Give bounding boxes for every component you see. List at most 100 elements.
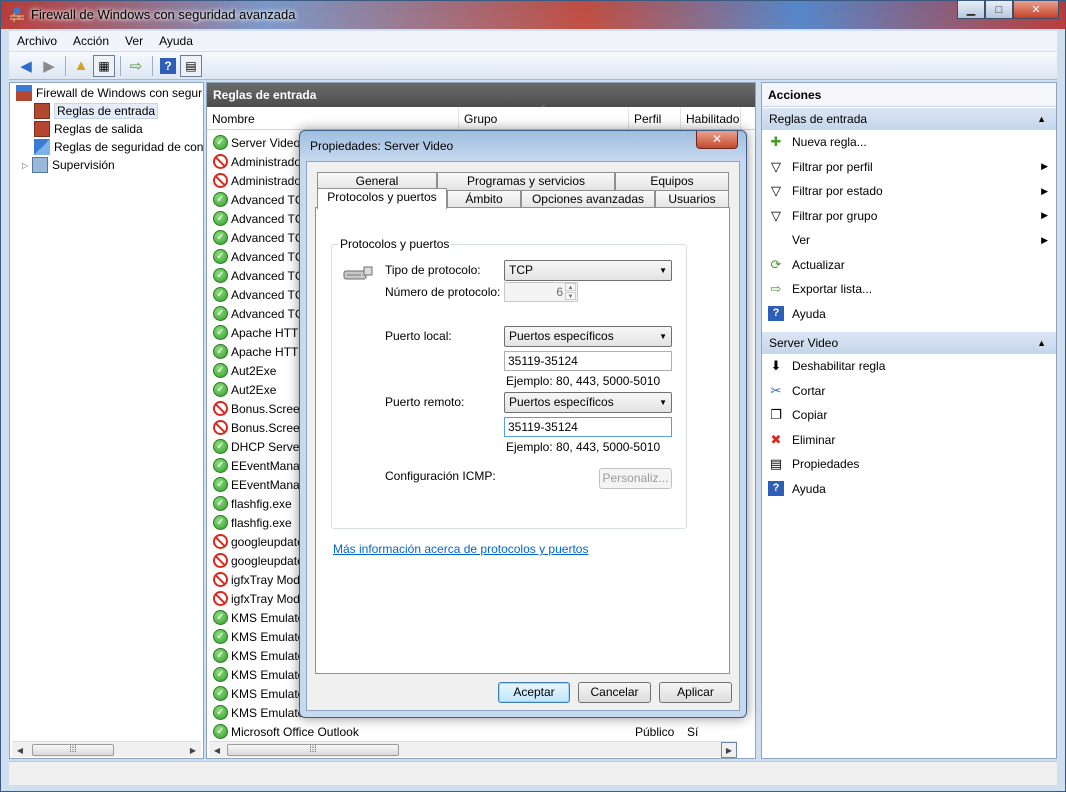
minimize-button[interactable]: ▁ xyxy=(957,1,985,19)
actions-title: Acciones xyxy=(762,83,1056,107)
column-name[interactable]: Nombre xyxy=(207,108,459,130)
action-label: Propiedades xyxy=(792,457,860,472)
action-ayuda[interactable]: ? Ayuda xyxy=(762,302,1056,327)
refresh-icon: ⟳ xyxy=(770,256,782,272)
block-icon xyxy=(213,553,228,568)
local-port-input[interactable]: 35119-35124 xyxy=(504,351,672,371)
section-label: Server Video xyxy=(769,336,839,350)
action-copiar[interactable]: ❐ Copiar xyxy=(762,403,1056,428)
scrollbar-thumb[interactable]: ⁞⁞⁞ xyxy=(32,744,114,756)
protocols-ports-group: Protocolos y puertos Tipo de protocolo: … xyxy=(331,237,687,529)
column-enabled[interactable]: Habilitado xyxy=(681,108,741,130)
protocol-number-value: 6 xyxy=(556,285,563,299)
tree-root-label: Firewall de Windows con segur xyxy=(36,86,203,100)
tree-item-inbound-rules[interactable]: Reglas de entrada xyxy=(34,103,159,119)
allow-check-icon: ✓ xyxy=(213,135,228,150)
menu-accion[interactable]: Acción xyxy=(73,34,109,48)
tree-item-outbound-rules[interactable]: Reglas de salida xyxy=(34,121,143,137)
remote-port-label: Puerto remoto: xyxy=(385,395,465,409)
customize-icmp-button[interactable]: Personaliz... xyxy=(599,468,672,489)
menu-ver[interactable]: Ver xyxy=(125,34,143,48)
action-filtrar-por-grupo[interactable]: ▽ Filtrar por grupo ▶ xyxy=(762,204,1056,229)
tab-protocols-ports[interactable]: Protocolos y puertos xyxy=(317,188,447,209)
local-port-mode-value: Puertos específicos xyxy=(509,329,614,343)
export-icon[interactable]: ⇨ xyxy=(125,55,147,77)
apply-button[interactable]: Aplicar xyxy=(659,682,732,703)
submenu-arrow-icon: ▶ xyxy=(1041,161,1048,172)
action-ver[interactable]: Ver ▶ xyxy=(762,228,1056,253)
tab-computers[interactable]: Equipos xyxy=(615,172,729,190)
action-filtrar-por-perfil[interactable]: ▽ Filtrar por perfil ▶ xyxy=(762,155,1056,180)
tree-item-monitoring[interactable]: ▷ Supervisión xyxy=(22,157,115,173)
more-info-link[interactable]: Más información acerca de protocolos y p… xyxy=(333,542,588,556)
table-row[interactable]: ✓ Microsoft Office Outlook Público Sí xyxy=(209,722,749,741)
scroll-right-arrow-icon[interactable]: ▶ xyxy=(721,742,737,758)
maximize-button[interactable]: □ xyxy=(985,1,1013,19)
tab-advanced[interactable]: Opciones avanzadas xyxy=(521,190,655,208)
copy-icon: ❐ xyxy=(770,407,782,423)
allow-check-icon: ✓ xyxy=(213,192,228,207)
tree-root[interactable]: Firewall de Windows con segur xyxy=(16,85,202,101)
remote-port-input[interactable]: 35119-35124 xyxy=(504,417,672,437)
allow-check-icon: ✓ xyxy=(213,287,228,302)
inbound-rules-icon xyxy=(34,103,50,119)
action-actualizar[interactable]: ⟳ Actualizar xyxy=(762,253,1056,278)
action-exportar-lista[interactable]: ⇨ Exportar lista... xyxy=(762,277,1056,302)
help-icon[interactable]: ? xyxy=(157,55,179,77)
remote-port-example: Ejemplo: 80, 443, 5000-5010 xyxy=(506,440,661,454)
column-profile[interactable]: Perfil xyxy=(629,108,681,130)
show-action-pane-icon[interactable]: ▤ xyxy=(180,54,202,77)
actions-section-inbound[interactable]: Reglas de entrada ▲ xyxy=(762,108,1056,130)
dropdown-arrow-icon: ▼ xyxy=(659,398,667,407)
cancel-button[interactable]: Cancelar xyxy=(578,682,651,703)
action-label: Actualizar xyxy=(792,257,845,272)
tree-item-connection-security[interactable]: Reglas de seguridad de con xyxy=(34,139,203,155)
tab-scope[interactable]: Ámbito xyxy=(447,190,521,208)
close-button[interactable]: ✕ xyxy=(1013,1,1059,19)
expand-arrow-icon[interactable]: ▷ xyxy=(22,161,32,170)
rules-horizontal-scrollbar[interactable]: ◀ ⁞⁞⁞ ▶ xyxy=(209,741,737,758)
action-cortar[interactable]: ✂ Cortar xyxy=(762,379,1056,404)
tab-programs-services[interactable]: Programas y servicios xyxy=(437,172,615,190)
scroll-left-arrow-icon[interactable]: ◀ xyxy=(12,742,28,758)
scrollbar-thumb[interactable]: ⁞⁞⁞ xyxy=(227,744,399,756)
local-port-select[interactable]: Puertos específicos ▼ xyxy=(504,326,672,347)
action-filtrar-por-estado[interactable]: ▽ Filtrar por estado ▶ xyxy=(762,179,1056,204)
action-eliminar[interactable]: ✖ Eliminar xyxy=(762,428,1056,453)
action-deshabilitar-regla[interactable]: ⬇ Deshabilitar regla xyxy=(762,354,1056,379)
title-bar: Firewall de Windows con seguridad avanza… xyxy=(1,1,1065,29)
collapse-arrow-icon[interactable]: ▲ xyxy=(1037,108,1046,130)
dialog-close-button[interactable]: ✕ xyxy=(696,131,738,149)
show-hide-tree-icon[interactable]: ▦ xyxy=(93,54,115,77)
action-propiedades[interactable]: ▤ Propiedades xyxy=(762,452,1056,477)
action-ayuda[interactable]: ? Ayuda xyxy=(762,477,1056,502)
back-arrow-icon[interactable]: ◀ xyxy=(15,55,37,77)
forward-arrow-icon[interactable]: ▶ xyxy=(38,55,60,77)
allow-check-icon: ✓ xyxy=(213,667,228,682)
action-label: Nueva regla... xyxy=(792,135,867,150)
scroll-left-arrow-icon[interactable]: ◀ xyxy=(209,742,225,758)
up-folder-icon[interactable]: ▲ xyxy=(70,55,92,77)
allow-check-icon: ✓ xyxy=(213,629,228,644)
action-label: Eliminar xyxy=(792,432,836,447)
export-icon: ⇨ xyxy=(770,281,782,297)
toolbar: ◀ ▶ ▲ ▦ ⇨ ? ▤ xyxy=(9,52,1057,80)
menu-archivo[interactable]: Archivo xyxy=(17,34,57,48)
section-label: Reglas de entrada xyxy=(769,112,868,126)
menu-ayuda[interactable]: Ayuda xyxy=(159,34,193,48)
protocol-type-select[interactable]: TCP ▼ xyxy=(504,260,672,281)
allow-check-icon: ✓ xyxy=(213,705,228,720)
allow-check-icon: ✓ xyxy=(213,344,228,359)
actions-section-server-video[interactable]: Server Video ▲ xyxy=(762,332,1056,354)
tab-users[interactable]: Usuarios xyxy=(655,190,729,208)
tree-horizontal-scrollbar[interactable]: ◀ ⁞⁞⁞ ▶ xyxy=(12,741,201,757)
rule-enabled: Sí xyxy=(687,724,699,739)
ok-button[interactable]: Aceptar xyxy=(498,682,570,703)
action-nueva-regla[interactable]: ✚ Nueva regla... xyxy=(762,130,1056,155)
collapse-arrow-icon[interactable]: ▲ xyxy=(1037,332,1046,354)
allow-check-icon: ✓ xyxy=(213,610,228,625)
scroll-right-arrow-icon[interactable]: ▶ xyxy=(185,742,201,758)
remote-port-select[interactable]: Puertos específicos ▼ xyxy=(504,392,672,413)
local-port-example: Ejemplo: 80, 443, 5000-5010 xyxy=(506,374,661,388)
allow-check-icon: ✓ xyxy=(213,249,228,264)
